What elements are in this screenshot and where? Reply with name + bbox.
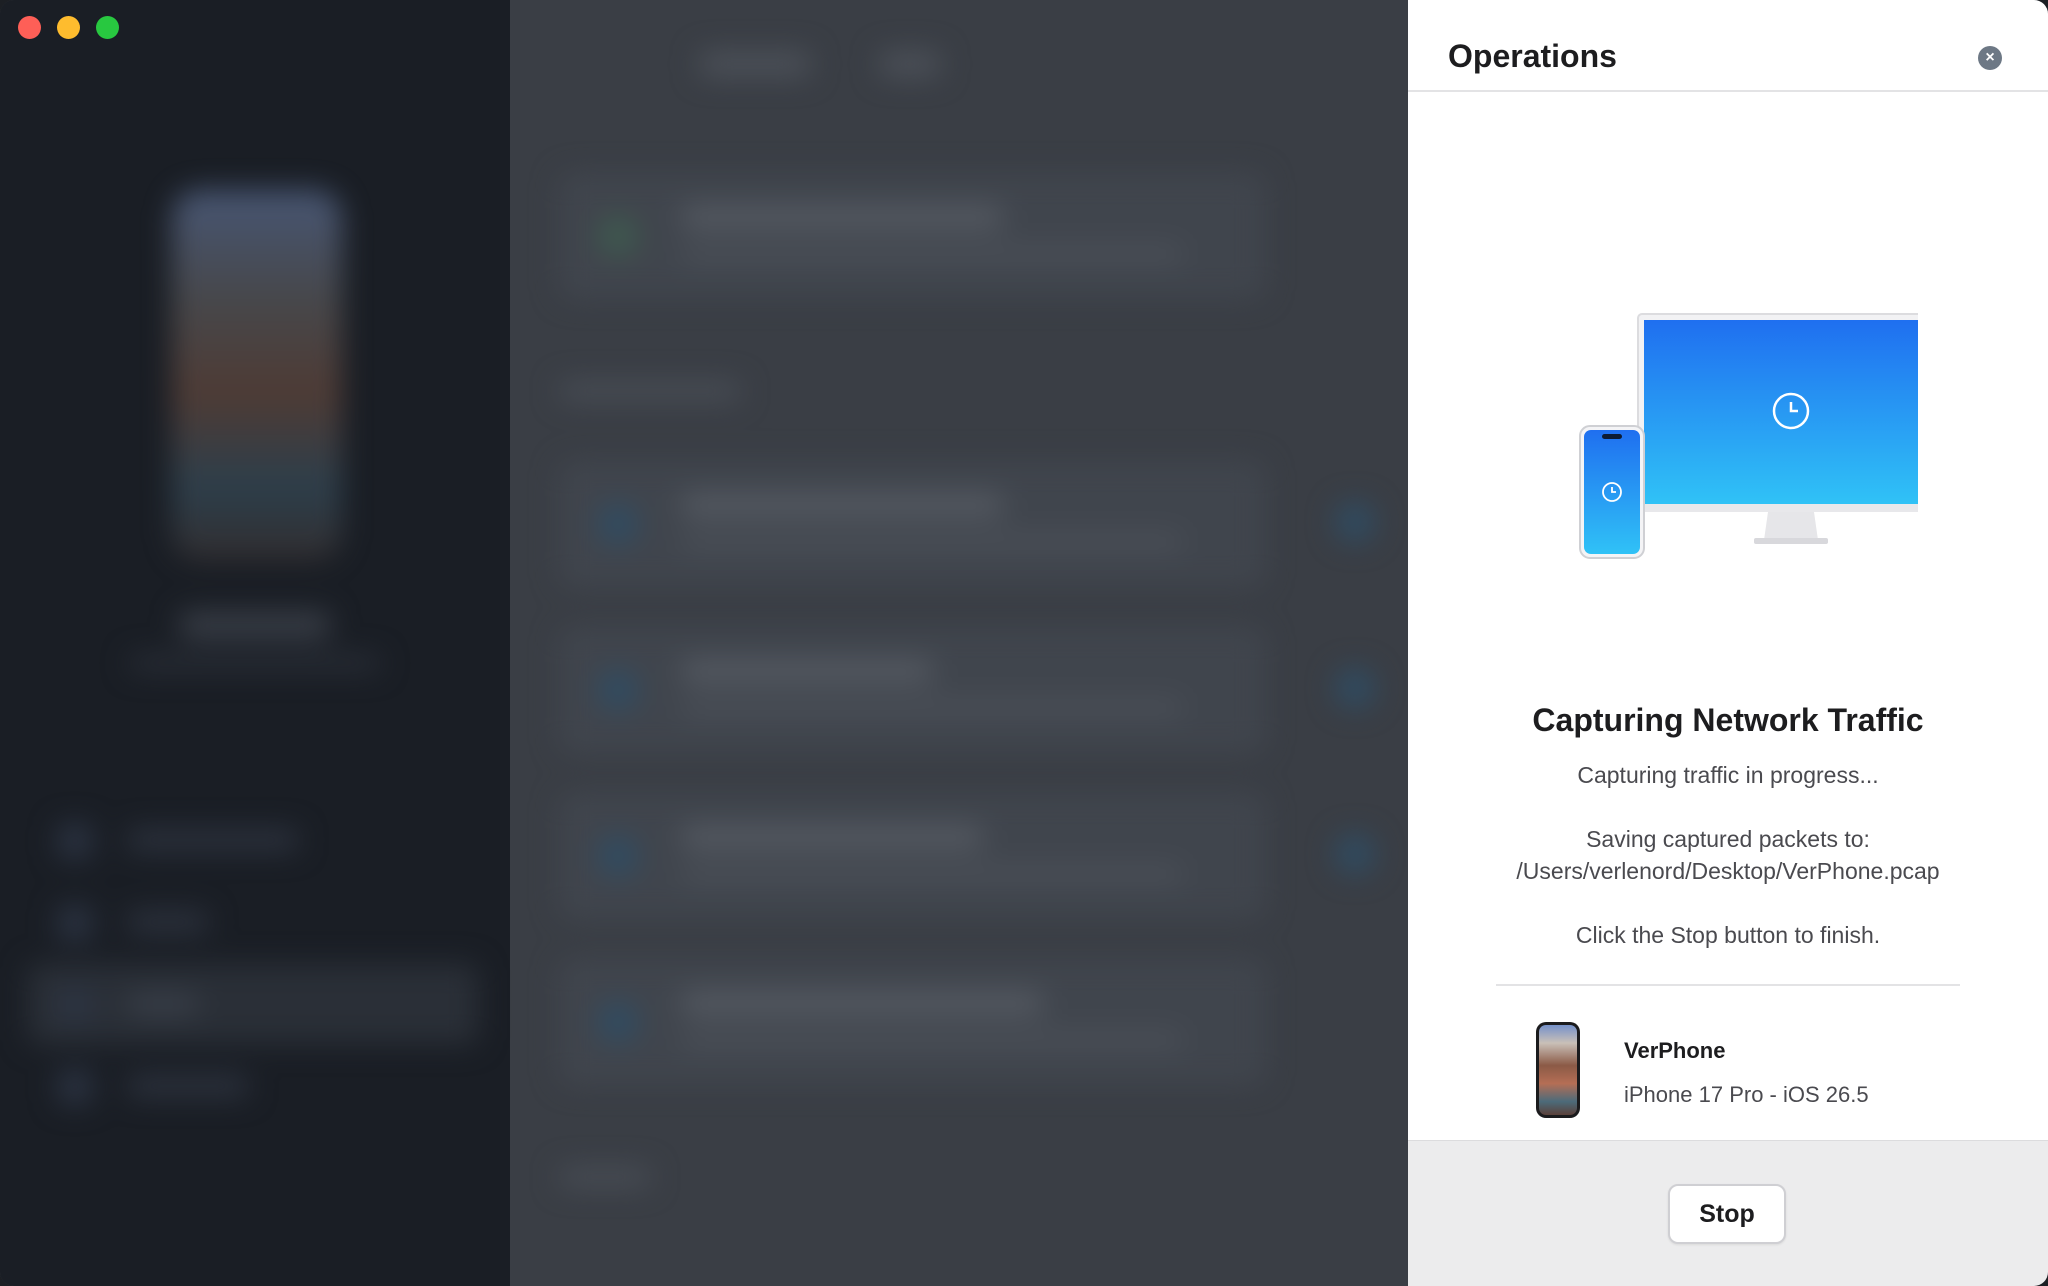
panel-header: Operations × [1408, 0, 2048, 92]
saving-label: Saving captured packets to: [1586, 826, 1870, 852]
device-model: iPhone 17 Pro - iOS 26.5 [1624, 1082, 1869, 1107]
close-window-button[interactable] [18, 16, 41, 39]
device-preview-blurred [172, 190, 342, 560]
app-window: Operations × Capturing Network Traffic C… [0, 0, 2048, 1286]
iphone-icon [1536, 1022, 1580, 1118]
sidebar-blurred [0, 0, 510, 1286]
saving-path: /Users/verlenord/Desktop/VerPhone.pcap [1516, 858, 1940, 884]
panel-footer: Stop [1408, 1140, 2048, 1286]
stop-button[interactable]: Stop [1668, 1184, 1786, 1244]
window-controls [18, 16, 119, 39]
device-info: VerPhone iPhone 17 Pro - iOS 26.5 [1536, 1020, 1976, 1120]
device-name: VerPhone [1624, 1038, 1726, 1063]
operations-panel: Operations × Capturing Network Traffic C… [1408, 0, 2048, 1286]
close-icon[interactable]: × [1978, 46, 2002, 70]
mac-iphone-illustration-icon [1579, 313, 1918, 559]
operation-title: Capturing Network Traffic [1532, 702, 1924, 738]
minimize-window-button[interactable] [57, 16, 80, 39]
operation-status: Capturing traffic in progress... [1577, 762, 1879, 788]
zoom-window-button[interactable] [96, 16, 119, 39]
operation-instruction: Click the Stop button to finish. [1575, 922, 1881, 948]
divider [1496, 984, 1960, 986]
panel-title: Operations [1448, 38, 1617, 74]
